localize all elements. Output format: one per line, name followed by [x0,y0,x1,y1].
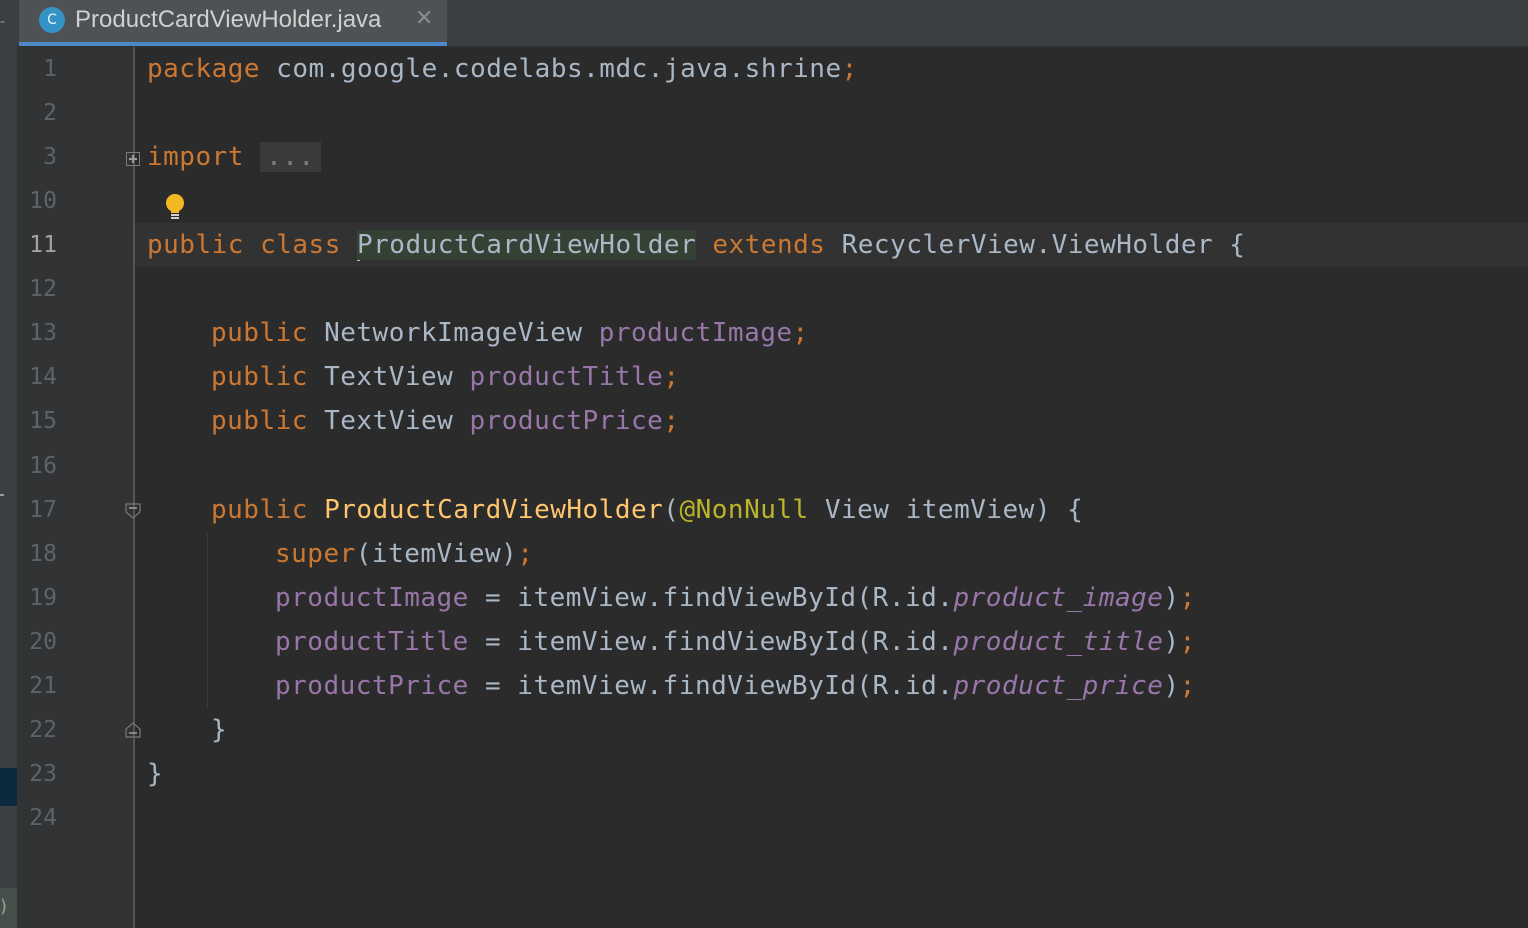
fold-expand-icon[interactable] [126,152,140,166]
semicolon: ; [1179,583,1196,613]
closing-brace: } [147,759,164,789]
fold-start-icon[interactable] [125,503,141,519]
line-number[interactable]: 16 [17,444,57,488]
code-line-3[interactable]: import ... [147,135,321,179]
resource-id: product_price [953,671,1164,701]
code-line-20[interactable]: productTitle = itemView.findViewById(R.i… [275,620,1196,664]
keyword-extends: extends [696,230,826,260]
super-args: (itemView) [355,539,518,569]
semicolon: ; [1179,671,1196,701]
line-number[interactable]: 20 [17,620,57,664]
semicolon: ; [517,539,534,569]
resource-id: product_image [953,583,1164,613]
line-number[interactable]: 18 [17,532,57,576]
line-number[interactable]: 2 [17,91,57,135]
java-class-icon: C [39,7,65,33]
code-line-11[interactable]: public class ProductCardViewHolder exten… [147,223,1245,267]
package-name: com.google.codelabs.mdc.java.shrine [260,54,842,84]
line-number[interactable]: 24 [17,796,57,840]
line-number[interactable]: 21 [17,664,57,708]
left-tool-strip: - ) [0,0,17,928]
semicolon: ; [841,54,858,84]
assignment: = itemView.findViewById(R.id. [468,671,954,701]
strip-bottom-button[interactable]: ) [0,888,17,928]
type-name: NetworkImageView [307,318,599,348]
paren: ( [663,495,680,525]
tab-file-name[interactable]: ProductCardViewHolder.java [75,6,381,34]
paren: ) [1163,583,1180,613]
line-number[interactable]: 1 [17,47,57,91]
line-number-current[interactable]: 11 [17,223,57,267]
field-name: productPrice [275,671,469,701]
code-line-22[interactable]: } [211,708,227,752]
keyword-package: package [147,54,261,84]
line-number[interactable]: 15 [17,399,57,443]
constructor-name: ProductCardViewHolder [307,495,664,525]
folded-imports[interactable]: ... [260,142,321,172]
semicolon: ; [663,406,680,436]
keyword-public: public [211,318,308,348]
keyword-super: super [275,539,356,569]
semicolon: ; [792,318,809,348]
keyword-public: public [211,495,308,525]
strip-bottom-mark: ) [0,896,8,917]
field-name: productImage [598,318,793,348]
paren: ) [1163,671,1180,701]
parameter-list: View itemView) { [808,495,1084,525]
indent-guide [207,533,208,709]
field-name: productTitle [275,627,469,657]
closing-brace: } [211,715,228,745]
line-number[interactable]: 23 [17,752,57,796]
lightbulb-icon[interactable] [165,193,185,221]
line-number[interactable]: 17 [17,488,57,532]
line-number[interactable]: 19 [17,576,57,620]
code-line-17[interactable]: public ProductCardViewHolder(@NonNull Vi… [211,488,1083,532]
line-number[interactable]: 3 [17,135,57,179]
code-editor[interactable]: 1 2 3 10 11 12 13 14 15 16 17 18 19 20 2… [17,47,1528,928]
line-number[interactable]: 14 [17,355,57,399]
line-number[interactable]: 10 [17,179,57,223]
type-name: TextView [307,406,470,436]
code-line-14[interactable]: public TextView productTitle; [211,355,679,399]
superclass: RecyclerView.ViewHolder { [825,230,1246,260]
keyword-public: public [147,230,244,260]
line-number[interactable]: 13 [17,311,57,355]
code-line-15[interactable]: public TextView productPrice; [211,399,679,443]
field-name: productImage [275,583,469,613]
keyword-class: class [243,230,357,260]
keyword-public: public [211,362,308,392]
strip-mid-mark [0,494,4,496]
strip-selection [0,768,17,806]
editor-tab-active[interactable]: C ProductCardViewHolder.java ✕ [19,0,447,46]
keyword-public: public [211,406,308,436]
semicolon: ; [1179,627,1196,657]
keyword-import: import [147,142,244,172]
paren: ) [1163,627,1180,657]
annotation: @NonNull [679,495,809,525]
assignment: = itemView.findViewById(R.id. [468,627,954,657]
class-name: ProductCardViewHolder [357,230,697,260]
field-name: productPrice [469,406,664,436]
gutter-separator [133,47,135,928]
fold-end-icon[interactable] [125,722,141,738]
code-line-21[interactable]: productPrice = itemView.findViewById(R.i… [275,664,1196,708]
field-name: productTitle [469,362,664,392]
strip-top-mark: - [0,14,6,30]
type-name: TextView [307,362,470,392]
tab-active-underline [19,42,447,46]
editor-tab-bar: C ProductCardViewHolder.java ✕ [17,0,1528,47]
close-icon[interactable]: ✕ [415,6,433,31]
code-line-18[interactable]: super(itemView); [275,532,533,576]
code-line-23[interactable]: } [147,752,163,796]
code-line-19[interactable]: productImage = itemView.findViewById(R.i… [275,576,1196,620]
code-line-1[interactable]: package com.google.codelabs.mdc.java.shr… [147,47,858,91]
assignment: = itemView.findViewById(R.id. [468,583,954,613]
code-line-13[interactable]: public NetworkImageView productImage; [211,311,809,355]
line-number[interactable]: 12 [17,267,57,311]
resource-id: product_title [953,627,1164,657]
semicolon: ; [663,362,680,392]
line-number[interactable]: 22 [17,708,57,752]
